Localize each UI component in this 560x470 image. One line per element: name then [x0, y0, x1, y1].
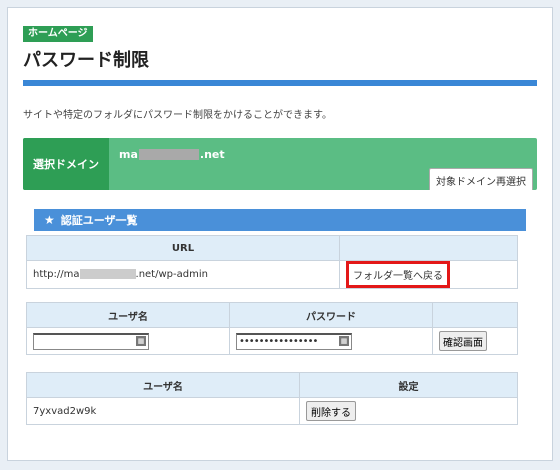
users-username-header: ユーザ名 [26, 372, 300, 398]
domain-label: 選択ドメイン [23, 138, 109, 190]
url-cell: http://ma .net/wp-admin [26, 260, 340, 289]
table-row: http://ma .net/wp-admin フォルダ一覧へ戻る [26, 260, 518, 289]
section-badge: ホームページ [23, 26, 93, 42]
username-cell: ▦ [26, 327, 230, 355]
user-action-cell: 削除する [299, 397, 518, 425]
username-header: ユーザ名 [26, 302, 230, 328]
domain-value: ma .net [119, 148, 225, 161]
input-header-blank [432, 302, 518, 328]
users-settings-header: 設定 [299, 372, 518, 398]
back-link-cell: フォルダ一覧へ戻る [339, 260, 518, 289]
credentials-input-table: ユーザ名 パスワード ▦ •••••••••••••••• ▦ 確認画面 [26, 302, 518, 355]
user-name-cell: 7yxvad2w9k [26, 397, 300, 425]
url-redaction [79, 269, 136, 279]
url-suffix: .net/wp-admin [135, 269, 208, 280]
table-row: 7yxvad2w9k 削除する [26, 397, 518, 425]
url-prefix: http://ma [33, 269, 80, 280]
domain-box: 選択ドメイン ma .net 対象ドメイン再選択 [23, 138, 537, 190]
page-title: パスワード制限 [23, 50, 149, 71]
back-to-folders-link[interactable]: フォルダ一覧へ戻る [346, 261, 450, 288]
domain-prefix: ma [119, 148, 138, 161]
confirm-cell: 確認画面 [432, 327, 518, 355]
page-description: サイトや特定のフォルダにパスワード制限をかけることができます。 [23, 110, 332, 121]
username-input[interactable]: ▦ [33, 332, 149, 350]
domain-suffix: .net [199, 148, 225, 161]
auth-users-title: 認証ユーザ一覧 [60, 214, 138, 227]
star-icon: ★ [44, 213, 55, 227]
confirm-button[interactable]: 確認画面 [439, 331, 487, 351]
domain-redaction [138, 149, 199, 160]
keyboard-icon: ▦ [339, 335, 349, 346]
password-value: •••••••••••••••• [239, 335, 318, 347]
delete-user-button[interactable]: 削除する [306, 401, 356, 421]
table-row: ▦ •••••••••••••••• ▦ 確認画面 [26, 327, 518, 355]
password-cell: •••••••••••••••• ▦ [229, 327, 433, 355]
keyboard-icon: ▦ [136, 335, 146, 346]
users-table: ユーザ名 設定 7yxvad2w9k 削除する [26, 372, 518, 425]
url-header: URL [26, 235, 340, 261]
url-table: URL http://ma .net/wp-admin フォルダ一覧へ戻る [26, 235, 518, 289]
auth-users-header: ★ 認証ユーザ一覧 [34, 209, 526, 231]
title-underline [23, 80, 537, 86]
reselect-domain-button[interactable]: 対象ドメイン再選択 [429, 168, 533, 190]
password-input[interactable]: •••••••••••••••• ▦ [236, 332, 352, 350]
password-header: パスワード [229, 302, 433, 328]
url-header-blank [339, 235, 518, 261]
